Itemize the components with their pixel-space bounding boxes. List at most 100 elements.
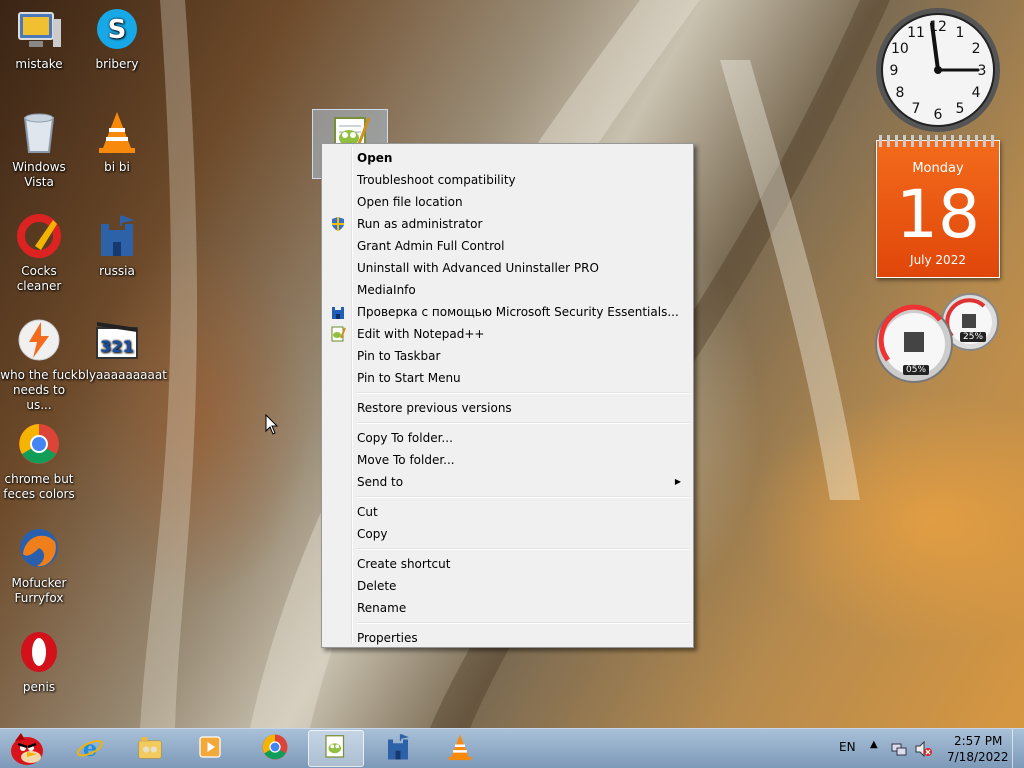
- clock-number: 4: [972, 85, 981, 101]
- network-icon[interactable]: [891, 741, 907, 757]
- context-menu-item-label: MediaInfo: [357, 283, 416, 297]
- taskbar-button[interactable]: [122, 730, 178, 767]
- context-menu-item[interactable]: Properties: [324, 627, 691, 649]
- context-menu-item[interactable]: Open: [324, 147, 691, 169]
- ccleaner-icon: [15, 212, 63, 260]
- context-menu-item-label: Copy To folder...: [357, 431, 453, 445]
- context-menu-item-label: Open file location: [357, 195, 463, 209]
- calendar-weekday: Monday: [912, 161, 964, 176]
- internet-explorer-icon: e: [75, 732, 105, 765]
- show-hidden-icons-button[interactable]: ▲: [870, 739, 878, 750]
- clock-gadget[interactable]: 12 1234567891011: [874, 6, 1002, 134]
- notepad-plus-icon: [321, 732, 351, 765]
- clock-number: 2: [972, 41, 981, 57]
- desktop-shortcut-label: bribery: [95, 57, 139, 71]
- context-menu-item[interactable]: Pin to Start Menu: [324, 367, 691, 389]
- context-menu-item[interactable]: Move To folder...: [324, 449, 691, 471]
- context-menu-item[interactable]: Copy: [324, 523, 691, 545]
- cpu-usage-label: 05%: [903, 365, 930, 375]
- desktop-shortcut[interactable]: who the fuck needs to us...: [0, 316, 78, 413]
- clock-number: 5: [956, 101, 965, 117]
- show-desktop-button[interactable]: [1012, 729, 1024, 768]
- computer-icon: [15, 5, 63, 53]
- cpu-meter-gadget[interactable]: 05% 25%: [874, 292, 1000, 384]
- calendar-day: 18: [896, 176, 980, 253]
- context-menu-item-label: Open: [357, 151, 393, 165]
- desktop-shortcut[interactable]: russia: [78, 212, 156, 279]
- context-menu-item-label: Delete: [357, 579, 397, 593]
- context-menu: Open Troubleshoot compatibility Open file …: [321, 143, 694, 648]
- taskbar-button[interactable]: [370, 730, 426, 767]
- desktop-shortcut-label: Mofucker Furryfox: [11, 576, 67, 605]
- svg-text:S: S: [108, 15, 127, 45]
- context-menu-item[interactable]: Grant Admin Full Control: [324, 235, 691, 257]
- skype-icon: S: [93, 5, 141, 53]
- chrome-icon: [260, 732, 290, 765]
- clock-number: 7: [912, 101, 921, 117]
- clock-number: 10: [891, 41, 909, 57]
- notepad-plus-icon: [330, 326, 346, 342]
- taskbar-button[interactable]: [247, 730, 303, 767]
- context-menu-item[interactable]: Copy To folder...: [324, 427, 691, 449]
- desktop-shortcut[interactable]: mistake: [0, 5, 78, 72]
- context-menu-item[interactable]: Rename: [324, 597, 691, 619]
- desktop-shortcut[interactable]: Windows Vista: [0, 108, 78, 190]
- context-menu-item[interactable]: Restore previous versions: [324, 397, 691, 419]
- menu-separator: [357, 548, 689, 550]
- context-menu-item[interactable]: Uninstall with Advanced Uninstaller PRO: [324, 257, 691, 279]
- context-menu-item[interactable]: Проверка с помощью Microsoft Security Es…: [324, 301, 691, 323]
- context-menu-item[interactable]: Create shortcut: [324, 553, 691, 575]
- clock-date[interactable]: 7/18/2022: [947, 750, 1009, 764]
- desktop-shortcut[interactable]: Cocks cleaner: [0, 212, 78, 294]
- desktop-shortcut[interactable]: bi bi: [78, 108, 156, 175]
- language-indicator[interactable]: EN: [839, 740, 856, 754]
- menu-separator: [357, 422, 689, 424]
- libraries-icon: [135, 732, 165, 765]
- volume-muted-icon[interactable]: [914, 741, 932, 757]
- ram-usage-label: 25%: [960, 332, 987, 342]
- context-menu-item-label: Troubleshoot compatibility: [357, 173, 516, 187]
- context-menu-item[interactable]: Open file location: [324, 191, 691, 213]
- context-menu-item[interactable]: Troubleshoot compatibility: [324, 169, 691, 191]
- clock-time[interactable]: 2:57 PM: [954, 734, 1002, 748]
- security-essentials-icon: [330, 304, 346, 320]
- clock-number: 6: [934, 107, 943, 123]
- context-menu-item-label: Grant Admin Full Control: [357, 239, 505, 253]
- context-menu-item-label: Cut: [357, 505, 378, 519]
- menu-separator: [357, 496, 689, 498]
- desktop-shortcut-label: who the fuck needs to us...: [0, 368, 78, 412]
- desktop-shortcut[interactable]: chrome but feces colors: [0, 420, 78, 502]
- vlc-icon: [93, 108, 141, 156]
- context-menu-item[interactable]: Run as administrator: [324, 213, 691, 235]
- context-menu-item[interactable]: Pin to Taskbar: [324, 345, 691, 367]
- chrome-icon: [15, 420, 63, 468]
- context-menu-item[interactable]: Delete: [324, 575, 691, 597]
- vlc-icon: [445, 732, 475, 765]
- calendar-month-year: July 2022: [910, 253, 966, 267]
- context-menu-item[interactable]: Cut: [324, 501, 691, 523]
- context-menu-item[interactable]: Send to ▶: [324, 471, 691, 493]
- context-menu-item-label: Run as administrator: [357, 217, 483, 231]
- calendar-rings: [879, 135, 997, 147]
- context-menu-item-label: Move To folder...: [357, 453, 455, 467]
- taskbar-button[interactable]: [432, 730, 488, 767]
- context-menu-item-label: Restore previous versions: [357, 401, 512, 415]
- desktop-shortcut[interactable]: Mofucker Furryfox: [0, 524, 78, 606]
- clock-number: 9: [890, 63, 899, 79]
- calendar-gadget[interactable]: Monday 18 July 2022: [876, 135, 1000, 278]
- desktop-shortcut[interactable]: 321 blyaaaaaaaaat: [78, 316, 167, 383]
- taskbar-button[interactable]: e: [62, 730, 118, 767]
- angry-birds-icon: [11, 732, 43, 765]
- context-menu-item[interactable]: Edit with Notepad++: [324, 323, 691, 345]
- desktop-shortcut[interactable]: Sbribery: [78, 5, 156, 72]
- desktop-shortcut-label: mistake: [15, 57, 63, 71]
- submenu-arrow-icon: ▶: [674, 477, 681, 486]
- menu-separator: [357, 622, 689, 624]
- desktop-shortcut[interactable]: penis: [0, 628, 78, 695]
- taskbar-button[interactable]: [308, 730, 364, 767]
- context-menu-item-label: Send to: [357, 475, 404, 489]
- start-button[interactable]: [2, 729, 52, 768]
- context-menu-item-label: Проверка с помощью Microsoft Security Es…: [357, 305, 679, 319]
- taskbar-button[interactable]: [182, 730, 238, 767]
- context-menu-item[interactable]: MediaInfo: [324, 279, 691, 301]
